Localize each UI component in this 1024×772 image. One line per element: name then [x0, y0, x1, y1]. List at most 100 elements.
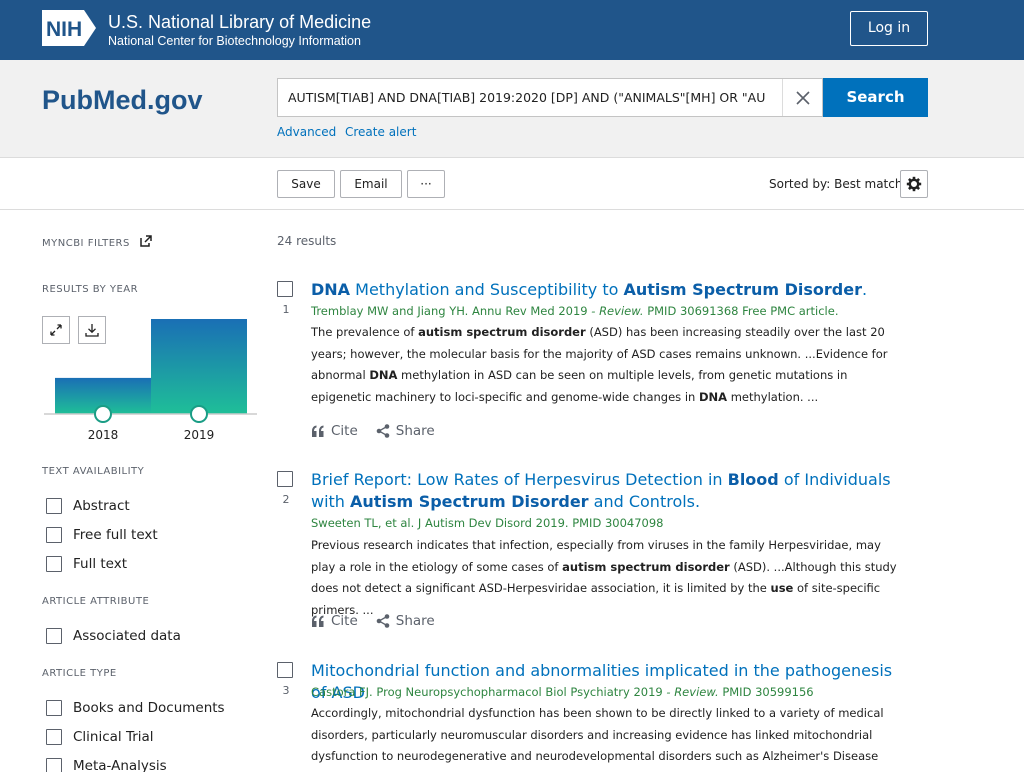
citation-text: Castora FJ. Prog Neuropsychopharmacol Bi… [311, 685, 663, 699]
result-title[interactable]: DNA Methylation and Susceptibility to Au… [311, 279, 911, 301]
text-run: Methylation and Susceptibility to [350, 280, 624, 299]
highlighted-term: Autism Spectrum Disorder [623, 280, 862, 299]
filter-books-documents-checkbox[interactable] [46, 700, 62, 716]
result-actions: Cite Share [311, 423, 453, 439]
result-item: 3 Mitochondrial function and abnormaliti… [277, 660, 917, 772]
search-header: PubMed.gov AUTISM[TIAB] AND DNA[TIAB] 20… [0, 60, 1024, 158]
pubmed-logo-text: PubMed.gov [42, 85, 203, 115]
create-alert-link[interactable]: Create alert [345, 125, 416, 139]
nih-logo[interactable]: NIH [42, 10, 96, 46]
myncbi-filters-label: MYNCBI FILTERS [42, 238, 130, 249]
filter-associated-data-label: Associated data [73, 628, 181, 644]
nih-banner: NIH U.S. National Library of Medicine Na… [0, 0, 1024, 60]
share-button[interactable]: Share [376, 613, 435, 629]
result-checkbox[interactable] [277, 662, 293, 678]
filter-associated-data-checkbox[interactable] [46, 628, 62, 644]
email-button[interactable]: Email [340, 170, 402, 198]
filter-clinical-trial[interactable]: Clinical Trial [46, 728, 154, 746]
filter-abstract[interactable]: Abstract [46, 497, 130, 515]
filter-free-full-text[interactable]: Free full text [46, 526, 158, 544]
text-availability-heading: TEXT AVAILABILITY [42, 466, 145, 477]
advanced-link[interactable]: Advanced [277, 125, 336, 139]
sort-label: Sorted by: Best match [769, 177, 903, 191]
filter-meta-analysis-checkbox[interactable] [46, 758, 62, 772]
citation-tail: PMID 30599156 [718, 685, 814, 699]
result-checkbox[interactable] [277, 281, 293, 297]
result-checkbox[interactable] [277, 471, 293, 487]
filter-abstract-checkbox[interactable] [46, 498, 62, 514]
filter-books-documents-label: Books and Documents [73, 700, 225, 716]
filter-free-full-text-checkbox[interactable] [46, 527, 62, 543]
gear-icon [906, 176, 922, 192]
text-run: Accordingly, mitochondrial dysfunction h… [311, 706, 884, 772]
result-title[interactable]: Brief Report: Low Rates of Herpesvirus D… [311, 469, 911, 513]
result-citation: Tremblay MW and Jiang YH. Annu Rev Med 2… [311, 304, 838, 318]
cite-button[interactable]: Cite [311, 423, 358, 439]
result-snippet: Accordingly, mitochondrial dysfunction h… [311, 703, 906, 772]
quote-icon [312, 425, 324, 437]
year-tick-label-2018: 2018 [88, 428, 119, 442]
filter-clinical-trial-checkbox[interactable] [46, 729, 62, 745]
citation-text: Tremblay MW and Jiang YH. Annu Rev Med 2… [311, 304, 588, 318]
citation-review: - Review. [662, 685, 719, 699]
filter-full-text[interactable]: Full text [46, 555, 127, 573]
nih-subtitle[interactable]: National Center for Biotechnology Inform… [108, 33, 361, 49]
article-attribute-heading: ARTICLE ATTRIBUTE [42, 596, 150, 607]
cite-button[interactable]: Cite [311, 613, 358, 629]
year-tick-label-2019: 2019 [184, 428, 215, 442]
share-label: Share [395, 423, 435, 439]
result-item: 1 DNA Methylation and Susceptibility to … [277, 279, 917, 449]
pubmed-logo[interactable]: PubMed.gov [42, 73, 212, 123]
results-by-year-heading: RESULTS BY YEAR [42, 284, 139, 295]
result-citation: Castora FJ. Prog Neuropsychopharmacol Bi… [311, 685, 814, 699]
external-link-icon [139, 235, 152, 247]
highlighted-term: DNA [698, 389, 728, 404]
cite-label: Cite [331, 613, 358, 629]
filter-meta-analysis[interactable]: Meta-Analysis [46, 757, 167, 772]
search-input[interactable]: AUTISM[TIAB] AND DNA[TIAB] 2019:2020 [DP… [278, 79, 783, 116]
more-actions-button[interactable]: ··· [407, 170, 445, 198]
highlighted-term: use [770, 581, 794, 595]
save-button[interactable]: Save [277, 170, 335, 198]
highlighted-term: DNA [311, 280, 351, 299]
result-item: 2 Brief Report: Low Rates of Herpesvirus… [277, 469, 917, 639]
filter-associated-data[interactable]: Associated data [46, 627, 181, 645]
article-type-heading: ARTICLE TYPE [42, 668, 117, 679]
citation-text: Sweeten TL, et al. J Autism Dev Disord 2… [311, 516, 664, 530]
filter-free-full-text-label: Free full text [73, 527, 158, 543]
result-snippet: Previous research indicates that infecti… [311, 535, 906, 621]
search-button[interactable]: Search [823, 78, 928, 117]
results-count: 24 results [277, 234, 337, 248]
filter-full-text-label: Full text [73, 556, 128, 572]
myncbi-filters-heading[interactable]: MYNCBI FILTERS [42, 235, 152, 249]
result-number: 2 [282, 493, 290, 506]
clear-search-button[interactable] [782, 79, 822, 116]
highlighted-term: Autism Spectrum Disorder [350, 492, 589, 511]
close-icon [795, 90, 810, 105]
filter-meta-analysis-label: Meta-Analysis [73, 758, 167, 772]
year-bar-2019[interactable] [151, 319, 247, 414]
share-button[interactable]: Share [376, 423, 435, 439]
filter-books-documents[interactable]: Books and Documents [46, 699, 225, 717]
filter-full-text-checkbox[interactable] [46, 556, 62, 572]
quote-icon [312, 615, 324, 627]
login-button[interactable]: Log in [850, 11, 928, 46]
highlighted-term: Blood [727, 470, 779, 489]
filter-clinical-trial-label: Clinical Trial [73, 729, 154, 745]
highlighted-term: autism spectrum disorder [562, 559, 730, 574]
nih-title[interactable]: U.S. National Library of Medicine [108, 11, 371, 33]
display-options-button[interactable] [900, 170, 928, 198]
text-run: The prevalence of [311, 325, 419, 339]
text-run: Brief Report: Low Rates of Herpesvirus D… [311, 470, 728, 489]
year-slider-handle-2018[interactable] [94, 405, 112, 423]
year-slider-handle-2019[interactable] [190, 405, 208, 423]
result-snippet: The prevalence of autism spectrum disord… [311, 322, 906, 408]
highlighted-term: DNA [369, 368, 398, 382]
citation-tail: PMID 30691368 Free PMC article. [643, 304, 839, 318]
result-number: 1 [282, 303, 290, 316]
text-run: and Controls. [588, 492, 701, 511]
results-by-year-chart[interactable]: 2018 2019 [42, 310, 262, 450]
share-label: Share [395, 613, 435, 629]
nih-logo-text: NIH [46, 18, 82, 41]
cite-label: Cite [331, 423, 358, 439]
